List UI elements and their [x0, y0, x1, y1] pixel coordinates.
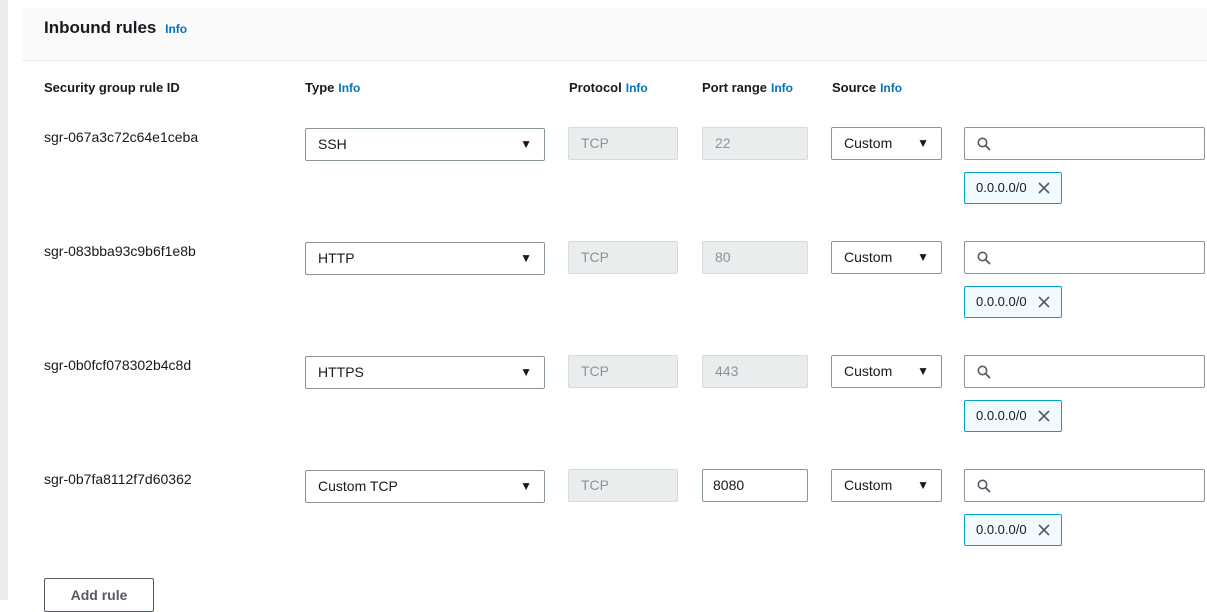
- section-title: Inbound rules Info: [44, 18, 187, 38]
- col-header-type-label: Type: [305, 80, 335, 95]
- port-range-field: 443: [702, 355, 808, 388]
- caret-down-icon: ▼: [520, 365, 532, 379]
- cidr-token: 0.0.0.0/0: [964, 172, 1062, 204]
- col-header-protocol: Protocol Info: [569, 80, 648, 95]
- source-search-input[interactable]: [964, 355, 1205, 388]
- col-header-port-range-label: Port range: [702, 80, 768, 95]
- caret-down-icon: ▼: [917, 250, 929, 264]
- cidr-token-value: 0.0.0.0/0: [976, 408, 1027, 423]
- left-rail: [0, 0, 8, 600]
- section-header: Inbound rules Info: [22, 8, 1207, 61]
- caret-down-icon: ▼: [520, 137, 532, 151]
- type-select-value: HTTP: [318, 250, 355, 266]
- cidr-token: 0.0.0.0/0: [964, 514, 1062, 546]
- port-range-input[interactable]: 8080: [702, 469, 808, 502]
- protocol-info-link[interactable]: Info: [626, 81, 648, 95]
- rule-id: sgr-067a3c72c64e1ceba: [44, 129, 199, 145]
- search-icon: [977, 137, 991, 151]
- col-header-rule-id: Security group rule ID: [44, 80, 180, 95]
- source-type-value: Custom: [844, 477, 893, 493]
- protocol-field: TCP: [568, 241, 678, 274]
- close-icon[interactable]: [1037, 409, 1051, 423]
- rule-id: sgr-0b7fa8112f7d60362: [44, 471, 192, 487]
- rule-id: sgr-083bba93c9b6f1e8b: [44, 243, 196, 259]
- source-type-select[interactable]: Custom ▼: [831, 355, 942, 388]
- cidr-token: 0.0.0.0/0: [964, 286, 1062, 318]
- caret-down-icon: ▼: [917, 364, 929, 378]
- search-icon: [977, 479, 991, 493]
- type-select[interactable]: HTTP ▼: [305, 242, 545, 275]
- add-rule-button[interactable]: Add rule: [44, 578, 154, 612]
- close-icon[interactable]: [1037, 295, 1051, 309]
- port-range-info-link[interactable]: Info: [771, 81, 793, 95]
- protocol-field: TCP: [568, 469, 678, 502]
- type-select[interactable]: Custom TCP ▼: [305, 470, 545, 503]
- source-type-value: Custom: [844, 135, 893, 151]
- source-search-input[interactable]: [964, 241, 1205, 274]
- rule-id: sgr-0b0fcf078302b4c8d: [44, 357, 192, 373]
- protocol-field: TCP: [568, 127, 678, 160]
- cidr-token-value: 0.0.0.0/0: [976, 522, 1027, 537]
- type-select[interactable]: HTTPS ▼: [305, 356, 545, 389]
- cidr-token-value: 0.0.0.0/0: [976, 294, 1027, 309]
- source-type-value: Custom: [844, 363, 893, 379]
- port-range-field: 80: [702, 241, 808, 274]
- source-info-link[interactable]: Info: [880, 81, 902, 95]
- caret-down-icon: ▼: [520, 251, 532, 265]
- source-search-input[interactable]: [964, 469, 1205, 502]
- source-search-input[interactable]: [964, 127, 1205, 160]
- cidr-token-value: 0.0.0.0/0: [976, 180, 1027, 195]
- type-select-value: SSH: [318, 136, 347, 152]
- col-header-protocol-label: Protocol: [569, 80, 622, 95]
- col-header-source-label: Source: [832, 80, 877, 95]
- close-icon[interactable]: [1037, 523, 1051, 537]
- col-header-port-range: Port range Info: [702, 80, 793, 95]
- source-type-select[interactable]: Custom ▼: [831, 241, 942, 274]
- search-icon: [977, 251, 991, 265]
- col-header-type: Type Info: [305, 80, 360, 95]
- protocol-field: TCP: [568, 355, 678, 388]
- source-type-select[interactable]: Custom ▼: [831, 127, 942, 160]
- section-title-text: Inbound rules: [44, 18, 157, 37]
- caret-down-icon: ▼: [917, 136, 929, 150]
- close-icon[interactable]: [1037, 181, 1051, 195]
- type-select[interactable]: SSH ▼: [305, 128, 545, 161]
- source-type-value: Custom: [844, 249, 893, 265]
- cidr-token: 0.0.0.0/0: [964, 400, 1062, 432]
- section-info-link[interactable]: Info: [165, 22, 187, 36]
- type-info-link[interactable]: Info: [338, 81, 360, 95]
- search-icon: [977, 365, 991, 379]
- port-range-field: 22: [702, 127, 808, 160]
- source-type-select[interactable]: Custom ▼: [831, 469, 942, 502]
- col-header-source: Source Info: [832, 80, 902, 95]
- caret-down-icon: ▼: [917, 478, 929, 492]
- caret-down-icon: ▼: [520, 479, 532, 493]
- type-select-value: Custom TCP: [318, 478, 398, 494]
- type-select-value: HTTPS: [318, 364, 364, 380]
